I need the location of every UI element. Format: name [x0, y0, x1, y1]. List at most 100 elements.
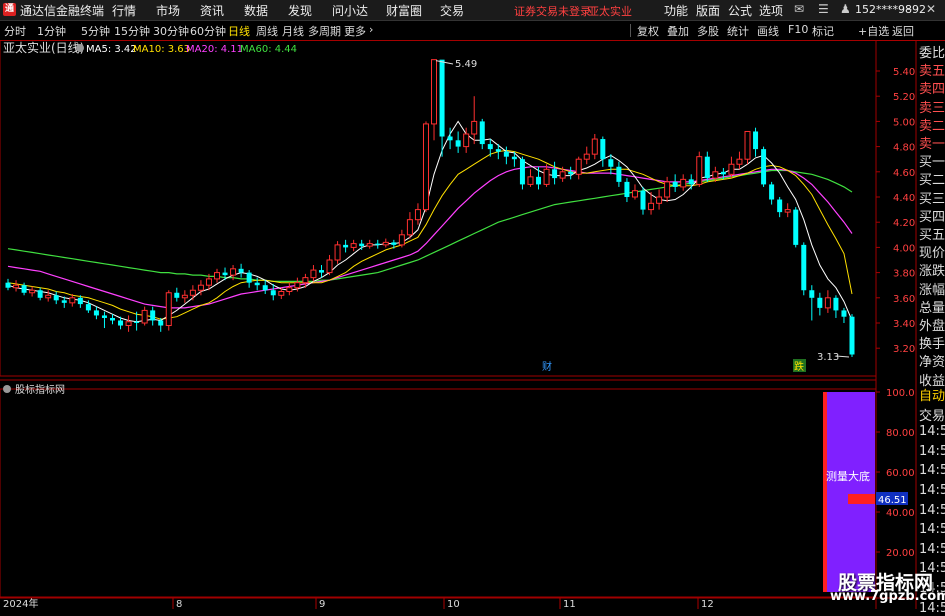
menu-wenxiaoda[interactable]: 问小达 — [332, 2, 368, 19]
btn-zixuan[interactable]: +自选 — [858, 23, 889, 39]
btn-f10[interactable]: F10 — [788, 23, 808, 36]
side-trade-label[interactable]: 自动 — [919, 385, 945, 404]
user-icon[interactable]: ♟ — [840, 2, 851, 16]
candle-body — [294, 282, 301, 289]
btn-diejia[interactable]: 叠加 — [667, 23, 689, 39]
side-time-label: 14:56 — [919, 541, 945, 557]
minimize-icon[interactable]: – — [906, 2, 912, 16]
period-15min[interactable]: 15分钟 — [114, 23, 150, 39]
candle-body — [350, 243, 357, 248]
indicator-expand-icon[interactable] — [3, 385, 11, 393]
period-multi[interactable]: 多周期 — [308, 23, 341, 39]
menu-banmian[interactable]: 版面 — [696, 2, 720, 19]
price-tick-label: 5.40 — [893, 67, 915, 78]
candle-body — [720, 171, 726, 175]
menu-zixun[interactable]: 资讯 — [200, 2, 224, 19]
menu-caifuquan[interactable]: 财富圈 — [386, 2, 422, 19]
side-label: 卖二 — [919, 118, 945, 134]
candle-body — [359, 243, 365, 247]
side-label: 涨幅 — [919, 282, 945, 298]
menu-hangqing[interactable]: 行情 — [112, 2, 136, 19]
x-label-dec: 12 — [701, 599, 714, 609]
price-panel-title: 亚太实业(日线) — [3, 40, 84, 55]
side-trade-label[interactable]: 交易 — [919, 405, 945, 424]
menu-gongshi[interactable]: 公式 — [728, 2, 752, 19]
message-icon[interactable]: ✉ — [794, 2, 804, 16]
candle-body — [648, 202, 655, 211]
period-1min[interactable]: 1分钟 — [37, 23, 66, 39]
side-time-label: 14:56 — [919, 463, 945, 479]
price-tick-label: 4.80 — [893, 143, 915, 154]
menu-xuanxiang[interactable]: 选项 — [759, 2, 783, 19]
marker-die[interactable]: 跌 — [794, 360, 804, 373]
kline-chart-area[interactable]: 亚太实业(日线) MA5: 3.42 MA10: 3.63 MA20: 4.11… — [0, 40, 945, 609]
price-tick-label: 4.20 — [893, 218, 915, 229]
period-more[interactable]: 更多 — [344, 23, 366, 39]
candle-body — [552, 169, 558, 179]
min-price-label: 3.13 — [817, 352, 839, 363]
candle-body — [141, 309, 148, 324]
period-daily[interactable]: 日线 — [228, 23, 250, 39]
expand-icon[interactable] — [76, 44, 84, 52]
more-chevron-icon[interactable]: › — [369, 23, 373, 36]
candle-body — [728, 163, 735, 175]
menu-shuju[interactable]: 数据 — [244, 2, 268, 19]
candle-body — [37, 290, 43, 298]
candle-body — [543, 168, 550, 185]
btn-fuquan[interactable]: 复权 — [637, 23, 659, 39]
period-monthly[interactable]: 月线 — [282, 23, 304, 39]
candle-body — [656, 196, 663, 204]
candle-body — [278, 291, 285, 296]
account-id[interactable]: 152****9892 — [855, 3, 926, 16]
candle-body — [61, 300, 67, 303]
period-30min[interactable]: 30分钟 — [153, 23, 189, 39]
candle-body — [125, 321, 132, 327]
btn-huaxian[interactable]: 画线 — [757, 23, 779, 39]
candle-body — [174, 292, 180, 298]
candle-body — [575, 158, 582, 175]
candle-body — [286, 287, 293, 293]
indicator-purple-block — [827, 392, 875, 592]
candles — [5, 59, 855, 358]
period-fenshi[interactable]: 分时 — [4, 23, 26, 39]
candle-body — [479, 121, 485, 145]
candle-body — [736, 158, 743, 165]
marker-cai[interactable]: 财 — [542, 360, 552, 373]
x-label-sep: 9 — [319, 599, 325, 609]
candle-body — [600, 139, 606, 160]
candle-body — [69, 297, 76, 304]
period-weekly[interactable]: 周线 — [256, 23, 278, 39]
candle-body — [326, 259, 333, 274]
candle-body — [366, 243, 373, 247]
close-icon[interactable]: ✕ — [926, 2, 936, 16]
menu-shichang[interactable]: 市场 — [156, 2, 180, 19]
side-time-label: 14:56 — [919, 502, 945, 518]
price-tick-label: 4.00 — [893, 243, 915, 254]
period-toolbar: 分时 1分钟 5分钟 15分钟 30分钟 60分钟 日线 周线 月线 多周期 更… — [0, 21, 945, 41]
period-5min[interactable]: 5分钟 — [81, 23, 110, 39]
indicator-tick-label: 100.0 — [886, 388, 915, 399]
side-label: 换手 — [919, 337, 945, 353]
btn-tongji[interactable]: 统计 — [727, 23, 749, 39]
candle-body — [809, 290, 815, 298]
candle-body — [165, 292, 172, 327]
menu-gongneng[interactable]: 功能 — [664, 2, 688, 19]
indicator-value-tag: 46.51 — [878, 495, 907, 506]
watermark-url: www.7gpzb.com — [830, 589, 945, 604]
candle-body — [382, 241, 389, 246]
menu-jiaoyi[interactable]: 交易 — [440, 2, 464, 19]
skin-icon[interactable]: ☰ — [818, 2, 829, 16]
btn-fanhui[interactable]: 返回 — [892, 23, 914, 39]
login-warning[interactable]: 证券交易未登录 — [514, 3, 591, 19]
period-60min[interactable]: 60分钟 — [190, 23, 226, 39]
menu-faxian[interactable]: 发现 — [288, 2, 312, 19]
btn-duogu[interactable]: 多股 — [697, 23, 719, 39]
candle-body — [391, 242, 397, 245]
candle-body — [101, 315, 107, 318]
candle-body — [334, 244, 341, 261]
candle-body — [841, 310, 847, 317]
indicator-panel-border — [0, 388, 877, 598]
candle-body — [616, 166, 622, 182]
btn-biaoji[interactable]: 标记 — [812, 23, 834, 39]
price-y-axis: 5.40 5.20 5.00 4.80 4.60 4.40 4.20 4.00 3.80 3.60… — [876, 67, 915, 355]
